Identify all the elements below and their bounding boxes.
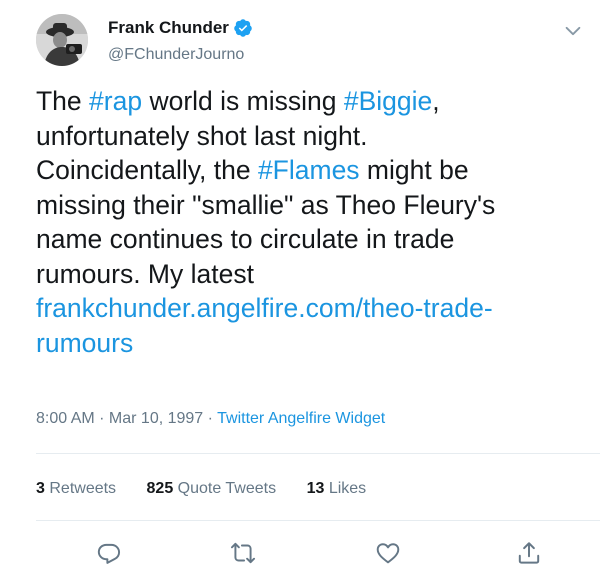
- quote-tweets-stat[interactable]: 825 Quote Tweets: [147, 480, 277, 497]
- tweet-card: Frank Chunder @FChunderJourno The #rap w…: [0, 0, 600, 583]
- hashtag-link[interactable]: #rap: [89, 86, 142, 116]
- tweet-text-segment: The: [36, 86, 90, 116]
- tweet-text-line: frankchunder.angelfire.com/theo-trade-: [36, 291, 581, 326]
- tweet-text-segment: might be: [359, 155, 469, 185]
- tweet-text-segment: unfortunately shot last night.: [36, 120, 368, 151]
- tweet-text-segment: missing their "smallie" as Theo Fleury's: [36, 189, 496, 220]
- tweet-text-line: rumours. My latest: [36, 257, 581, 292]
- tweet-date[interactable]: Mar 10, 1997: [109, 410, 203, 427]
- tweet-text-segment: ,: [432, 86, 440, 116]
- tweet-text-line: The #rap world is missing #Biggie,: [36, 84, 581, 119]
- retweets-label: Retweets: [49, 480, 117, 497]
- tweet-stats: 3 Retweets 825 Quote Tweets 13 Likes: [36, 480, 392, 498]
- author-display-name[interactable]: Frank Chunder: [108, 18, 229, 38]
- divider: [36, 453, 600, 454]
- retweets-count: 3: [36, 480, 45, 497]
- quote-tweets-label: Quote Tweets: [177, 480, 277, 497]
- url-link[interactable]: frankchunder.angelfire.com/theo-trade-: [36, 293, 493, 323]
- heart-icon[interactable]: [375, 540, 401, 566]
- meta-separator: ·: [94, 410, 109, 427]
- avatar[interactable]: [36, 14, 88, 66]
- tweet-time[interactable]: 8:00 AM: [36, 410, 95, 427]
- author-handle[interactable]: @FChunderJourno: [108, 46, 244, 64]
- likes-label: Likes: [328, 480, 367, 497]
- tweet-text-segment: name continues to circulate in trade: [36, 224, 455, 254]
- tweet-meta: 8:00 AM · Mar 10, 1997 · Twitter Angelfi…: [36, 410, 385, 428]
- divider: [36, 520, 600, 521]
- avatar-photo: [36, 14, 88, 66]
- retweets-stat[interactable]: 3 Retweets: [36, 480, 116, 497]
- tweet-text-segment: world is missing: [142, 86, 344, 116]
- retweet-icon[interactable]: [230, 540, 256, 566]
- hashtag-link[interactable]: #Biggie: [344, 86, 432, 116]
- hashtag-link[interactable]: #Flames: [258, 155, 360, 185]
- verified-badge-icon: [233, 18, 253, 38]
- likes-count: 13: [306, 480, 325, 497]
- quote-tweets-count: 825: [146, 480, 174, 497]
- chevron-down-icon[interactable]: [562, 20, 584, 42]
- tweet-text-line: rumours: [36, 326, 581, 361]
- tweet-text: The #rap world is missing #Biggie, unfort…: [36, 84, 581, 360]
- meta-separator: ·: [203, 410, 218, 427]
- author-name[interactable]: Frank Chunder: [108, 18, 253, 38]
- share-icon[interactable]: [516, 540, 542, 566]
- tweet-text-line: unfortunately shot last night.: [36, 119, 581, 154]
- url-link[interactable]: rumours: [36, 328, 133, 358]
- likes-stat[interactable]: 13 Likes: [307, 480, 367, 497]
- tweet-text-line: Coincidentally, the #Flames might be: [36, 153, 581, 188]
- reply-icon[interactable]: [96, 540, 122, 566]
- tweet-text-line: missing their "smallie" as Theo Fleury's: [36, 188, 581, 223]
- tweet-source-link[interactable]: Twitter Angelfire Widget: [217, 410, 385, 427]
- tweet-text-line: name continues to circulate in trade: [36, 222, 581, 257]
- tweet-text-segment: Coincidentally, the: [36, 155, 258, 185]
- tweet-text-segment: rumours. My latest: [36, 258, 254, 289]
